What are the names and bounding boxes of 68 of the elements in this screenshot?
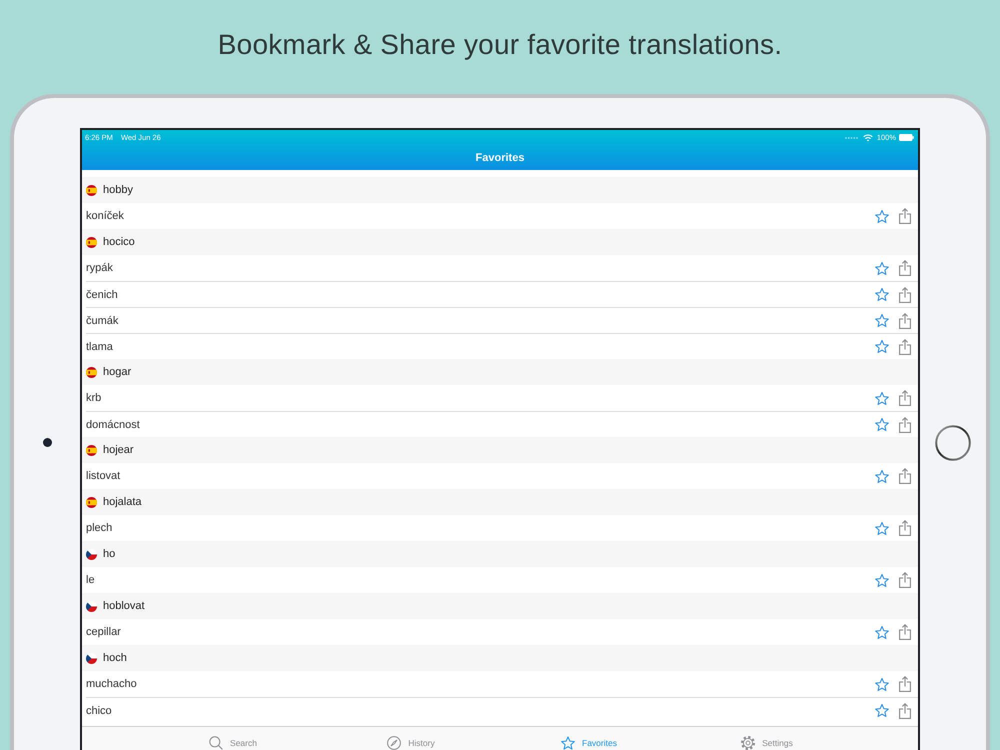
translation-text: le xyxy=(86,574,95,586)
source-word: hoblovat xyxy=(103,600,145,612)
source-word: hogar xyxy=(103,366,132,378)
translation-text: koníček xyxy=(86,210,124,222)
source-word: ho xyxy=(103,548,116,560)
share-icon[interactable] xyxy=(899,468,911,484)
source-word: hojalata xyxy=(103,496,142,508)
source-word: hobby xyxy=(103,184,133,196)
translation-text: rypák xyxy=(86,262,113,274)
source-word: hocico xyxy=(103,236,135,248)
star-icon[interactable] xyxy=(875,522,889,534)
czech-flag-icon xyxy=(86,600,97,612)
star-icon[interactable] xyxy=(875,392,889,404)
tab-item[interactable]: Settings xyxy=(741,736,793,750)
star-icon[interactable] xyxy=(875,678,889,690)
translation-text: krb xyxy=(86,392,102,404)
czech-flag-icon xyxy=(86,548,97,560)
share-icon[interactable] xyxy=(899,520,911,536)
share-icon[interactable] xyxy=(899,572,911,588)
spanish-flag-icon xyxy=(86,444,97,456)
share-icon[interactable] xyxy=(899,624,911,640)
star-icon[interactable] xyxy=(875,704,889,717)
share-icon[interactable] xyxy=(899,286,911,302)
star-icon[interactable] xyxy=(875,262,889,274)
tab-item[interactable]: Favorites xyxy=(561,736,617,750)
translation-text: listovat xyxy=(86,470,120,482)
search-icon xyxy=(209,736,224,750)
spanish-flag-icon xyxy=(86,366,97,378)
share-icon[interactable] xyxy=(899,338,911,354)
star-icon[interactable] xyxy=(875,418,889,431)
translation-text: tlama xyxy=(86,340,113,352)
star-icon[interactable] xyxy=(875,340,889,353)
share-icon[interactable] xyxy=(899,416,911,432)
source-word: hojear xyxy=(103,444,134,456)
wifi-icon xyxy=(862,134,873,142)
share-icon[interactable] xyxy=(899,312,911,328)
star-icon xyxy=(561,736,576,750)
translation-text: chico xyxy=(86,704,112,716)
star-icon[interactable] xyxy=(875,470,889,482)
tab-item[interactable]: History xyxy=(387,736,435,750)
nav-title: Favorites xyxy=(476,152,524,164)
camera-icon xyxy=(42,438,52,447)
tab-item[interactable]: Search xyxy=(209,736,257,750)
translation-text: cepillar xyxy=(86,626,121,638)
star-icon[interactable] xyxy=(875,210,889,222)
share-icon[interactable] xyxy=(899,390,911,406)
share-icon[interactable] xyxy=(899,260,911,276)
spanish-flag-icon xyxy=(86,236,97,248)
translation-text: čenich xyxy=(86,288,118,300)
compass-icon xyxy=(387,736,402,750)
headline: Bookmark & Share your favorite translations. xyxy=(218,29,782,61)
star-icon[interactable] xyxy=(875,288,889,301)
spanish-flag-icon xyxy=(86,496,97,508)
spanish-flag-icon xyxy=(86,184,97,196)
battery-icon xyxy=(899,134,914,141)
translation-text: čumák xyxy=(86,314,118,326)
czech-flag-icon xyxy=(86,652,97,664)
share-icon[interactable] xyxy=(899,676,911,692)
translation-text: plech xyxy=(86,522,112,534)
star-icon[interactable] xyxy=(875,574,889,586)
star-icon[interactable] xyxy=(875,626,889,638)
share-icon[interactable] xyxy=(899,702,911,718)
star-icon[interactable] xyxy=(875,314,889,327)
share-icon[interactable] xyxy=(899,208,911,224)
source-word: hoch xyxy=(103,652,127,664)
translation-text: muchacho xyxy=(86,678,137,690)
home-button-icon xyxy=(935,425,971,461)
translation-text: domácnost xyxy=(86,418,140,430)
